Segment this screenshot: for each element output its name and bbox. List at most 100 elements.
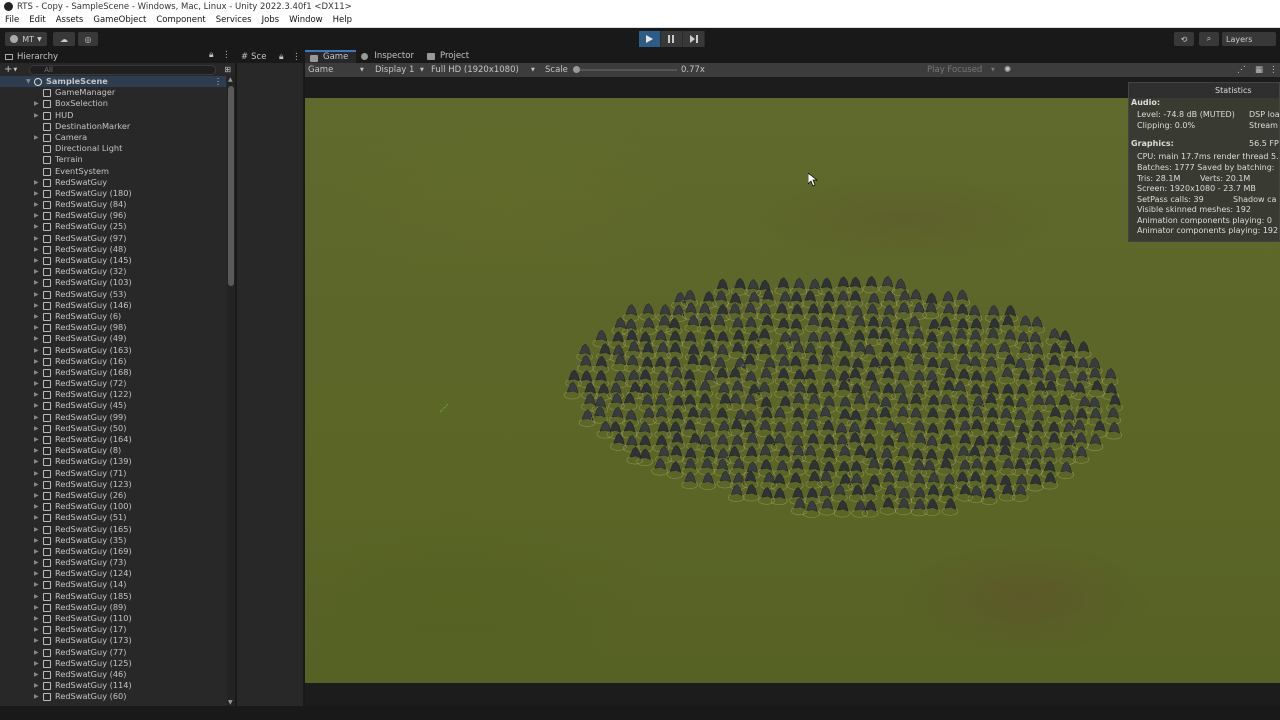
expand-arrow-icon[interactable]: ▶	[34, 680, 39, 691]
collab-button[interactable]: ◎	[78, 32, 98, 46]
expand-arrow-icon[interactable]: ▶	[34, 244, 39, 255]
hierarchy-item[interactable]: ▶ RedSwatGuy (89)	[0, 602, 226, 613]
hierarchy-item[interactable]: ▶ RedSwatGuy (48)	[0, 244, 226, 255]
hierarchy-item[interactable]: Terrain	[0, 154, 226, 165]
expand-arrow-icon[interactable]: ▶	[34, 669, 39, 680]
expand-arrow-icon[interactable]: ▶	[34, 356, 39, 367]
expand-arrow-icon[interactable]: ▶	[34, 98, 39, 109]
hierarchy-item[interactable]: ▶ RedSwatGuy (173)	[0, 635, 226, 646]
hierarchy-item[interactable]: ▶ RedSwatGuy (124)	[0, 568, 226, 579]
expand-arrow-icon[interactable]: ▶	[34, 613, 39, 624]
menu-jobs[interactable]: Jobs	[257, 13, 285, 28]
scene-more-icon[interactable]: ⋮	[214, 76, 222, 87]
expand-arrow-icon[interactable]: ▶	[34, 658, 39, 669]
hierarchy-item[interactable]: ▶ RedSwatGuy (25)	[0, 221, 226, 232]
expand-arrow-icon[interactable]: ▶	[34, 300, 39, 311]
hierarchy-search-input[interactable]: All	[29, 64, 217, 75]
hierarchy-item[interactable]: Directional Light	[0, 143, 226, 154]
expand-arrow-icon[interactable]: ▶	[34, 512, 39, 523]
hierarchy-item[interactable]: ▶ RedSwatGuy (100)	[0, 501, 226, 512]
scene-row[interactable]: ▼ SampleScene ⋮	[0, 76, 226, 88]
search-options-icon[interactable]: ⊞	[224, 65, 231, 74]
step-button[interactable]	[683, 31, 705, 47]
menu-window[interactable]: Window	[284, 13, 328, 28]
hierarchy-item[interactable]: ▶ RedSwatGuy (49)	[0, 333, 226, 344]
hierarchy-item[interactable]: ▶ RedSwatGuy (17)	[0, 624, 226, 635]
expand-arrow-icon[interactable]: ▶	[34, 568, 39, 579]
menu-gameobject[interactable]: GameObject	[88, 13, 151, 28]
expand-arrow-icon[interactable]: ▶	[34, 389, 39, 400]
hierarchy-item[interactable]: ▶ HUD	[0, 110, 226, 121]
expand-arrow-icon[interactable]: ▶	[34, 345, 39, 356]
add-icon[interactable]: +	[4, 64, 12, 75]
expand-arrow-icon[interactable]: ▶	[34, 199, 39, 210]
hierarchy-item[interactable]: ▶ RedSwatGuy (97)	[0, 233, 226, 244]
scene-lock-icon[interactable]: 🔒︎	[279, 52, 284, 62]
hierarchy-item[interactable]: ▶ RedSwatGuy (73)	[0, 557, 226, 568]
hierarchy-item[interactable]: ▶ RedSwatGuy (139)	[0, 456, 226, 467]
tab-game[interactable]: Game	[305, 50, 357, 63]
expand-arrow-icon[interactable]: ▶	[34, 624, 39, 635]
expand-arrow-icon[interactable]: ▶	[34, 277, 39, 288]
hierarchy-item[interactable]: ▶ RedSwatGuy (72)	[0, 378, 226, 389]
expand-arrow-icon[interactable]: ▶	[34, 691, 39, 702]
expand-arrow-icon[interactable]: ▼	[26, 76, 31, 87]
play-focused-dropdown[interactable]: Play Focused ▼	[927, 63, 999, 77]
expand-arrow-icon[interactable]: ▶	[34, 400, 39, 411]
expand-arrow-icon[interactable]: ▶	[34, 110, 39, 121]
expand-arrow-icon[interactable]: ▶	[34, 445, 39, 456]
hierarchy-item[interactable]: ▶ RedSwatGuy (110)	[0, 613, 226, 624]
expand-arrow-icon[interactable]: ▶	[34, 266, 39, 277]
expand-arrow-icon[interactable]: ▶	[34, 479, 39, 490]
expand-arrow-icon[interactable]: ▶	[34, 434, 39, 445]
tab-inspector[interactable]: Inspector	[356, 50, 422, 63]
hierarchy-item[interactable]: ▶ RedSwatGuy (114)	[0, 680, 226, 691]
scroll-down-icon[interactable]: ▼	[228, 699, 233, 706]
mute-audio-icon[interactable]: ✺	[1004, 63, 1011, 77]
hierarchy-item[interactable]: ▶ RedSwatGuy (84)	[0, 199, 226, 210]
expand-arrow-icon[interactable]: ▶	[34, 524, 39, 535]
expand-arrow-icon[interactable]: ▶	[34, 602, 39, 613]
expand-arrow-icon[interactable]: ▶	[34, 501, 39, 512]
hierarchy-item[interactable]: ▶ RedSwatGuy (96)	[0, 210, 226, 221]
hierarchy-item[interactable]: ▶ RedSwatGuy (46)	[0, 669, 226, 680]
scale-slider[interactable]	[573, 66, 677, 73]
scene-more-icon[interactable]: ⋮	[292, 52, 301, 62]
expand-arrow-icon[interactable]: ▶	[34, 289, 39, 300]
expand-arrow-icon[interactable]: ▶	[34, 221, 39, 232]
hierarchy-item[interactable]: ▶ RedSwatGuy (103)	[0, 277, 226, 288]
game-mode-dropdown[interactable]: Game ▼	[308, 63, 368, 77]
scale-slider-handle[interactable]	[573, 66, 580, 73]
expand-arrow-icon[interactable]: ▶	[34, 546, 39, 557]
history-button[interactable]: ⟲	[1174, 32, 1194, 46]
scrollbar-thumb[interactable]	[228, 86, 234, 286]
expand-arrow-icon[interactable]: ▶	[34, 468, 39, 479]
expand-arrow-icon[interactable]: ▶	[34, 412, 39, 423]
expand-arrow-icon[interactable]: ▶	[34, 423, 39, 434]
hierarchy-item[interactable]: EventSystem	[0, 166, 226, 177]
expand-arrow-icon[interactable]: ▶	[34, 132, 39, 143]
hierarchy-item[interactable]: ▶ RedSwatGuy (180)	[0, 188, 226, 199]
hierarchy-item[interactable]: ▶ RedSwatGuy (6)	[0, 311, 226, 322]
hierarchy-item[interactable]: ▶ Camera	[0, 132, 226, 143]
expand-arrow-icon[interactable]: ▶	[34, 333, 39, 344]
expand-arrow-icon[interactable]: ▶	[34, 456, 39, 467]
hierarchy-item[interactable]: ▶ RedSwatGuy (14)	[0, 579, 226, 590]
hierarchy-item[interactable]: ▶ RedSwatGuy (164)	[0, 434, 226, 445]
expand-arrow-icon[interactable]: ▶	[34, 579, 39, 590]
hierarchy-item[interactable]: ▶ RedSwatGuy (123)	[0, 479, 226, 490]
hierarchy-item[interactable]: ▶ RedSwatGuy (8)	[0, 445, 226, 456]
hierarchy-tab[interactable]: Hierarchy 🔒︎ ⋮	[0, 50, 235, 63]
hierarchy-item[interactable]: ▶ RedSwatGuy (45)	[0, 400, 226, 411]
menu-assets[interactable]: Assets	[51, 13, 89, 28]
menu-file[interactable]: File	[0, 13, 24, 28]
hierarchy-item[interactable]: ▶ RedSwatGuy (16)	[0, 356, 226, 367]
expand-arrow-icon[interactable]: ▶	[34, 177, 39, 188]
scroll-up-icon[interactable]: ▲	[228, 76, 233, 83]
pause-button[interactable]	[661, 31, 683, 47]
hierarchy-scrollbar[interactable]: ▲ ▼	[227, 76, 235, 706]
hierarchy-item[interactable]: ▶ RedSwatGuy (163)	[0, 345, 226, 356]
hierarchy-item[interactable]: ▶ RedSwatGuy (50)	[0, 423, 226, 434]
menu-component[interactable]: Component	[151, 13, 210, 28]
display-dropdown[interactable]: Display 1 ▼	[375, 63, 430, 77]
